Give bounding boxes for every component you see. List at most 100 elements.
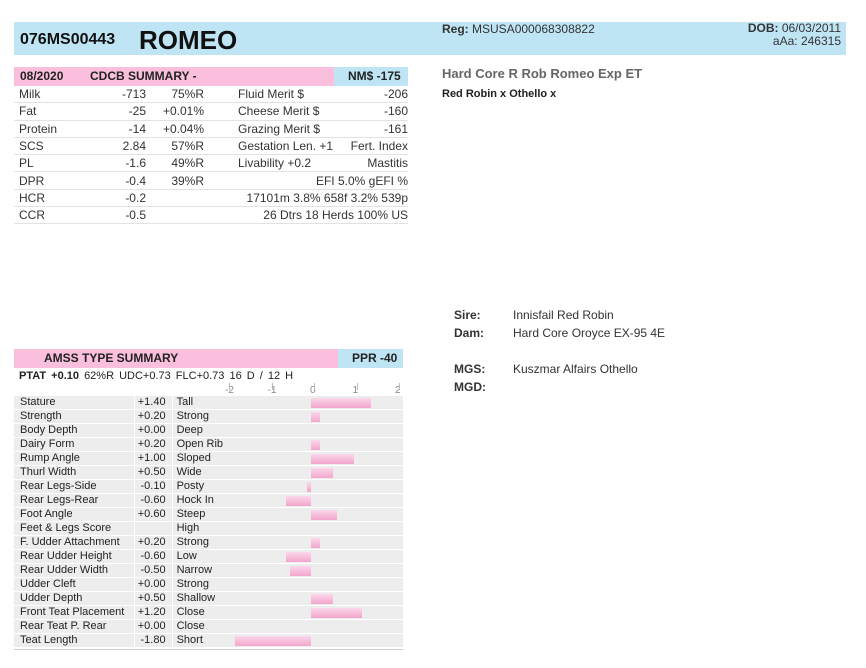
cdcb-trait: SCS <box>14 137 82 156</box>
cdcb-row: Fat -25 +0.01% Cheese Merit $ -160 <box>14 102 408 121</box>
cdcb-row: CCR -0.5 26 Dtrs 18 Herds 100% US <box>14 206 408 225</box>
mgs-name: Kuszmar Alfairs Othello <box>513 362 638 376</box>
type-trait-name: Strength <box>14 409 135 424</box>
scale-tick <box>356 383 358 390</box>
type-trait-desc: Close <box>172 619 234 634</box>
type-trait-bar <box>233 409 403 424</box>
aaa-label: aAa: <box>772 34 798 48</box>
type-trait-name: Udder Cleft <box>14 577 135 592</box>
type-trait-desc: Close <box>172 605 234 620</box>
cdcb-trait2: 26 Dtrs 18 Herds 100% US <box>204 206 408 225</box>
cdcb-value: -14 <box>82 120 146 138</box>
type-bar-fill <box>311 594 333 604</box>
type-trait-desc: Tall <box>172 396 234 410</box>
cdcb-reliability: 39%R <box>146 171 204 190</box>
type-trait-value: +0.00 <box>133 619 173 634</box>
type-trait-value: +1.20 <box>133 605 173 620</box>
cdcb-trait: CCR <box>14 206 82 225</box>
reg-value: MSUSA000068308822 <box>472 22 595 36</box>
cdcb-trait: Milk <box>14 86 82 104</box>
type-trait-name: Rear Legs-Rear <box>14 493 135 508</box>
type-row: Rear Udder Height -0.60 Low <box>14 549 403 564</box>
cdcb-trait: Protein <box>14 120 82 138</box>
cdcb-trait2: Gestation Len. +1 <box>204 137 334 156</box>
type-row: Feet & Legs Score High <box>14 521 403 536</box>
type-title: AMSS TYPE SUMMARY <box>44 351 179 365</box>
ptat-details: 62%R UDC+0.73 FLC+0.73 16 D / 12 H <box>84 370 294 382</box>
type-row: Body Depth +0.00 Deep <box>14 423 403 438</box>
type-trait-bar <box>233 549 403 564</box>
type-bar-fill <box>311 538 320 548</box>
cdcb-trait: PL <box>14 154 82 173</box>
type-bar-fill <box>311 510 337 520</box>
cdcb-trait2: Cheese Merit $ <box>204 102 334 121</box>
type-row: Thurl Width +0.50 Wide <box>14 465 403 480</box>
type-trait-name: Thurl Width <box>14 465 135 480</box>
type-row: Stature +1.40 Tall <box>14 396 403 410</box>
cdcb-trait2: Livability +0.2 <box>204 154 334 173</box>
type-trait-value: -0.50 <box>133 563 173 578</box>
cdcb-value2: -206 <box>334 86 408 104</box>
type-row: Strength +0.20 Strong <box>14 409 403 424</box>
mgd-label: MGD: <box>454 380 486 394</box>
type-bar-fill <box>285 496 312 506</box>
type-trait-value <box>133 521 173 536</box>
type-row: Udder Depth +0.50 Shallow <box>14 591 403 606</box>
type-trait-bar <box>233 451 403 466</box>
full-name: Hard Core R Rob Romeo Exp ET <box>442 66 643 81</box>
cdcb-reliability <box>146 189 204 208</box>
type-row: Udder Cleft +0.00 Strong <box>14 577 403 592</box>
type-trait-name: Foot Angle <box>14 507 135 522</box>
cdcb-value: -1.6 <box>82 154 146 173</box>
type-trait-name: Rear Teat P. Rear <box>14 619 135 634</box>
nm-value: NM$ -175 <box>348 69 401 83</box>
type-trait-desc: Narrow <box>172 563 234 578</box>
type-bar-fill <box>311 398 371 408</box>
cdcb-value: -0.4 <box>82 171 146 190</box>
type-row: Rear Legs-Rear -0.60 Hock In <box>14 493 403 508</box>
type-trait-value: +0.20 <box>133 437 173 452</box>
type-bar-fill <box>234 636 312 646</box>
animal-name: ROMEO <box>139 25 238 55</box>
type-trait-value: +0.00 <box>133 577 173 592</box>
type-trait-bar <box>233 465 403 480</box>
type-trait-bar <box>233 493 403 508</box>
type-trait-bar <box>233 563 403 578</box>
type-trait-name: Teat Length <box>14 633 135 648</box>
type-trait-desc: Low <box>172 549 234 564</box>
type-trait-value: -0.10 <box>133 479 173 494</box>
type-bar-fill <box>311 608 363 618</box>
cdcb-row: PL -1.6 49%R Livability +0.2 Mastitis <box>14 154 408 173</box>
cdcb-reliability: 57%R <box>146 137 204 156</box>
type-trait-name: Rear Udder Width <box>14 563 135 578</box>
cdcb-trait2: EFI 5.0% gEFI % <box>204 171 408 190</box>
mgs-label: MGS: <box>454 362 485 376</box>
type-row: Teat Length -1.80 Short <box>14 633 403 648</box>
registration: Reg: MSUSA000068308822 <box>442 22 595 36</box>
cdcb-value: 2.84 <box>82 137 146 156</box>
type-trait-name: Udder Depth <box>14 591 135 606</box>
sire-name: Innisfail Red Robin <box>513 308 614 322</box>
cdcb-date: 08/2020 <box>20 69 64 83</box>
cdcb-row: SCS 2.84 57%R Gestation Len. +1 Fert. Index <box>14 137 408 156</box>
type-trait-bar <box>233 577 403 592</box>
type-trait-value: +0.50 <box>133 591 173 606</box>
type-row: Rear Legs-Side -0.10 Posty <box>14 479 403 494</box>
type-bar-fill <box>290 566 312 576</box>
cdcb-value2: -160 <box>334 102 408 121</box>
cdcb-value2: Fert. Index <box>334 137 408 156</box>
type-row: Rump Angle +1.00 Sloped <box>14 451 403 466</box>
type-trait-name: Stature <box>14 396 135 410</box>
type-trait-desc: High <box>172 521 234 536</box>
type-trait-value: -0.60 <box>133 493 173 508</box>
scale-tick <box>229 383 230 390</box>
type-trait-bar <box>233 535 403 550</box>
type-trait-bar <box>233 619 403 634</box>
type-trait-desc: Open Rib <box>172 437 234 452</box>
type-trait-desc: Strong <box>172 535 234 550</box>
type-row: Foot Angle +0.60 Steep <box>14 507 403 522</box>
ptat-line: PTAT +0.10 62%R UDC+0.73 FLC+0.73 16 D /… <box>19 370 293 382</box>
type-trait-value: -0.60 <box>133 549 173 564</box>
dam-name: Hard Core Oroyce EX-95 4E <box>513 326 666 340</box>
reg-label: Reg: <box>442 22 469 36</box>
